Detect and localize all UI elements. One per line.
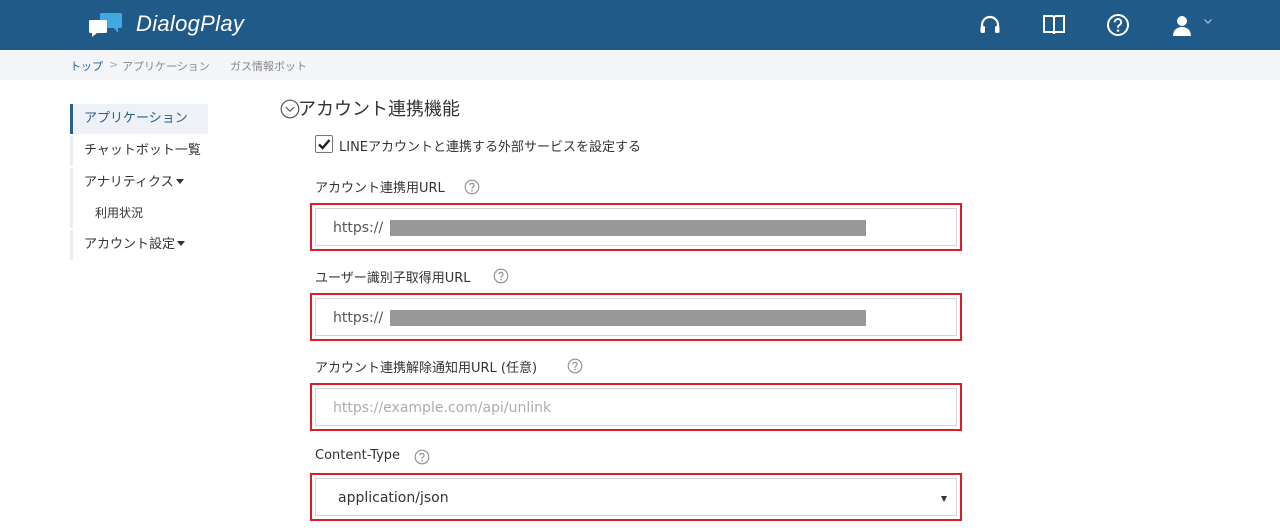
redacted-block (390, 310, 866, 326)
unlink-url-placeholder: https://example.com/api/unlink (333, 400, 552, 416)
highlight-frame: https:// (310, 203, 962, 251)
content-type-select[interactable]: application/json (315, 478, 957, 516)
breadcrumb-applications[interactable]: アプリケーション (122, 58, 210, 74)
chevron-down-icon[interactable] (1203, 16, 1213, 26)
help-icon[interactable] (414, 449, 430, 465)
top-navbar: DialogPlay (0, 0, 1280, 50)
caret-down-icon (177, 241, 186, 246)
help-icon[interactable] (464, 179, 480, 195)
headset-icon[interactable] (978, 13, 1002, 37)
caret-down-icon (175, 179, 184, 184)
checkbox-label[interactable]: LINEアカウントと連携する外部サービスを設定する (339, 136, 641, 155)
sidebar-item-chatbot-list[interactable]: チャットボット一覧 (70, 136, 201, 166)
account-link-url-label: アカウント連携用URL (315, 181, 445, 196)
account-link-url-value: https:// (333, 220, 384, 236)
sidebar-item-label: アカウント設定 (84, 237, 176, 252)
highlight-frame: https:// (310, 293, 962, 341)
sidebar-item-label: 利用状況 (95, 206, 144, 220)
breadcrumb-current: ガス情報ボット (230, 60, 307, 73)
user-id-url-value: https:// (333, 310, 384, 326)
breadcrumb-separator: > (109, 58, 119, 71)
collapse-toggle-icon[interactable] (280, 99, 300, 119)
book-icon[interactable] (1042, 13, 1066, 37)
dropdown-arrow-icon (941, 496, 947, 502)
unlink-url-input[interactable]: https://example.com/api/unlink (315, 388, 957, 426)
enable-account-link-checkbox[interactable] (315, 135, 333, 153)
user-id-url-label: ユーザー識別子取得用URL (315, 271, 471, 286)
help-icon[interactable] (1106, 13, 1130, 37)
sidebar-item-analytics[interactable]: アナリティクス (70, 168, 184, 198)
checkmark-icon (318, 139, 331, 150)
help-icon[interactable] (493, 268, 509, 284)
sidebar-item-applications[interactable]: アプリケーション (70, 104, 208, 134)
breadcrumb: トップ > アプリケーション ガス情報ボット (0, 50, 1280, 80)
help-icon[interactable] (567, 358, 583, 374)
highlight-frame: application/json (310, 473, 962, 521)
user-id-url-input[interactable]: https:// (315, 298, 957, 336)
content-type-label: Content-Type (315, 448, 401, 463)
sidebar-item-usage[interactable]: 利用状況 (70, 198, 143, 228)
sidebar-item-label: アナリティクス (84, 175, 174, 190)
sidebar-item-label: アプリケーション (84, 111, 188, 126)
content-type-value: application/json (338, 490, 449, 506)
logo-chat-icon (89, 13, 122, 37)
redacted-block (390, 220, 866, 236)
sidebar-item-account-settings[interactable]: アカウント設定 (70, 230, 186, 260)
highlight-frame: https://example.com/api/unlink (310, 383, 962, 431)
app-logo-text[interactable]: DialogPlay (136, 11, 244, 37)
section-title: アカウント連携機能 (298, 99, 460, 120)
unlink-url-label: アカウント連携解除通知用URL (任意) (315, 361, 538, 376)
sidebar-item-label: チャットボット一覧 (84, 143, 201, 158)
user-icon[interactable] (1170, 13, 1194, 37)
account-link-url-input[interactable]: https:// (315, 208, 957, 246)
breadcrumb-home[interactable]: トップ (70, 58, 103, 74)
